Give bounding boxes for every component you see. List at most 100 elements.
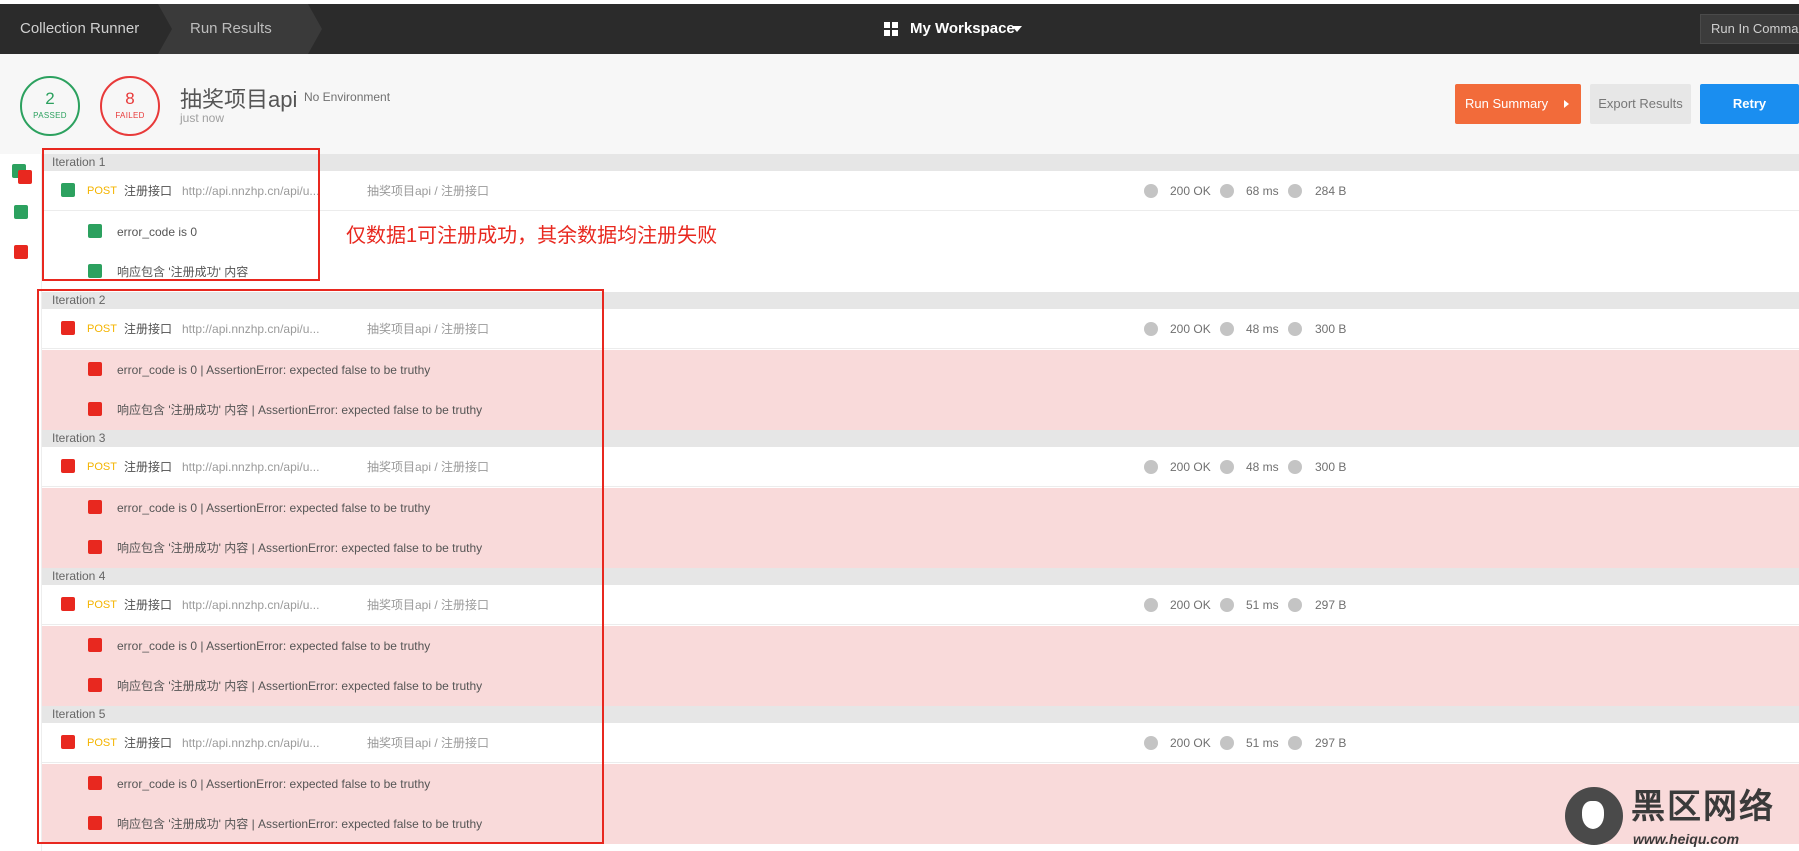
- collection-name: 抽奖项目api: [180, 87, 298, 112]
- failed-count: 8: [125, 89, 135, 108]
- size-dot-icon: [1288, 598, 1302, 612]
- retry-button[interactable]: Retry: [1700, 84, 1799, 124]
- request-name: 注册接口: [124, 460, 173, 474]
- app-header: Collection Runner Run Results My Workspa…: [0, 4, 1799, 54]
- test-result-row: error_code is 0 | AssertionError: expect…: [42, 488, 1799, 528]
- watermark-title: 黑区网络: [1631, 788, 1775, 826]
- test-result-text: error_code is 0 | AssertionError: expect…: [117, 639, 431, 653]
- response-status: 200 OK: [1170, 322, 1211, 336]
- test-status-indicator: [88, 264, 102, 278]
- export-results-button[interactable]: Export Results: [1590, 84, 1691, 124]
- request-status-indicator: [61, 321, 75, 335]
- size-dot-icon: [1288, 460, 1302, 474]
- watermark-url: www.heiqu.com: [1633, 831, 1740, 847]
- response-status: 200 OK: [1170, 598, 1211, 612]
- request-url: http://api.nnzhp.cn/api/u...: [182, 322, 320, 336]
- test-status-indicator: [88, 362, 102, 376]
- status-dot-icon: [1144, 322, 1158, 336]
- passed-count: 2: [45, 89, 55, 108]
- test-result-text: 响应包含 '注册成功' 内容: [117, 265, 249, 279]
- failed-counter: 8 FAILED: [100, 76, 160, 136]
- time-dot-icon: [1220, 322, 1234, 336]
- time-dot-icon: [1220, 736, 1234, 750]
- request-name: 注册接口: [124, 322, 173, 336]
- response-time: 51 ms: [1246, 598, 1279, 612]
- watermark: 黑区网络 www.heiqu.com: [1565, 783, 1799, 851]
- request-method: POST: [87, 323, 117, 335]
- response-status: 200 OK: [1170, 736, 1211, 750]
- request-method: POST: [87, 461, 117, 473]
- run-summary-button[interactable]: Run Summary: [1455, 84, 1581, 124]
- test-result-row: error_code is 0 | AssertionError: expect…: [42, 764, 1799, 804]
- request-path: 抽奖项目api / 注册接口: [367, 322, 490, 336]
- request-row[interactable]: POST 注册接口 http://api.nnzhp.cn/api/u... 抽奖项目…: [42, 723, 1799, 763]
- chevron-down-icon[interactable]: [1012, 26, 1022, 32]
- test-result-text: error_code is 0 | AssertionError: expect…: [117, 777, 431, 791]
- request-path: 抽奖项目api / 注册接口: [367, 736, 490, 750]
- iteration-header: Iteration 5: [42, 706, 1799, 723]
- response-time: 48 ms: [1246, 460, 1279, 474]
- test-result-row: 响应包含 '注册成功' 内容 | AssertionError: expecte…: [42, 804, 1799, 844]
- request-row[interactable]: POST 注册接口 http://api.nnzhp.cn/api/u... 抽奖项目…: [42, 309, 1799, 349]
- test-result-row: 响应包含 '注册成功' 内容: [42, 252, 1799, 292]
- test-result-row: 响应包含 '注册成功' 内容 | AssertionError: expecte…: [42, 390, 1799, 430]
- test-status-indicator: [88, 816, 102, 830]
- request-url: http://api.nnzhp.cn/api/u...: [182, 460, 320, 474]
- request-method: POST: [87, 737, 117, 749]
- request-row[interactable]: POST 注册接口 http://api.nnzhp.cn/api/u... 抽奖项目…: [42, 585, 1799, 625]
- watermark-logo-icon: [1565, 787, 1623, 845]
- breadcrumb-run-results[interactable]: Run Results: [158, 4, 308, 54]
- response-size: 297 B: [1315, 736, 1347, 750]
- rail-status-fail[interactable]: [14, 245, 28, 259]
- rail-status-pass[interactable]: [14, 205, 28, 219]
- annotation-note: 仅数据1可注册成功，其余数据均注册失败: [346, 225, 718, 247]
- workspace-label[interactable]: My Workspace: [910, 4, 1015, 54]
- request-row[interactable]: POST 注册接口 http://api.nnzhp.cn/api/u... 抽奖项目…: [42, 171, 1799, 211]
- status-dot-icon: [1144, 460, 1158, 474]
- breadcrumb-collection-runner[interactable]: Collection Runner: [0, 4, 158, 54]
- size-dot-icon: [1288, 184, 1302, 198]
- workspace-grid-icon: [884, 22, 898, 36]
- test-status-indicator: [88, 224, 102, 238]
- request-name: 注册接口: [124, 736, 173, 750]
- passed-counter: 2 PASSED: [20, 76, 80, 136]
- response-size: 297 B: [1315, 598, 1347, 612]
- test-result-text: 响应包含 '注册成功' 内容 | AssertionError: expecte…: [117, 403, 483, 417]
- response-size: 300 B: [1315, 322, 1347, 336]
- request-status-indicator: [61, 735, 75, 749]
- request-url: http://api.nnzhp.cn/api/u...: [182, 736, 320, 750]
- test-result-text: error_code is 0 | AssertionError: expect…: [117, 501, 431, 515]
- environment-label: No Environment: [304, 90, 391, 104]
- request-path: 抽奖项目api / 注册接口: [367, 184, 490, 198]
- size-dot-icon: [1288, 322, 1302, 336]
- response-status: 200 OK: [1170, 184, 1211, 198]
- test-result-row: error_code is 0 | AssertionError: expect…: [42, 350, 1799, 390]
- iteration-header: Iteration 3: [42, 430, 1799, 447]
- test-result-row: 响应包含 '注册成功' 内容 | AssertionError: expecte…: [42, 528, 1799, 568]
- results-list: Iteration 1 POST 注册接口 http://api.nnzhp.cn/a…: [42, 154, 1799, 851]
- request-url: http://api.nnzhp.cn/api/u...: [182, 598, 320, 612]
- iteration-header: Iteration 4: [42, 568, 1799, 585]
- response-time: 51 ms: [1246, 736, 1279, 750]
- run-in-command-button[interactable]: Run In Comman: [1700, 14, 1799, 44]
- test-result-text: error_code is 0: [117, 225, 198, 239]
- test-status-indicator: [88, 540, 102, 554]
- rail-status-fail[interactable]: [18, 170, 32, 184]
- time-dot-icon: [1220, 598, 1234, 612]
- test-status-indicator: [88, 402, 102, 416]
- request-status-indicator: [61, 183, 75, 197]
- status-dot-icon: [1144, 736, 1158, 750]
- request-status-indicator: [61, 597, 75, 611]
- request-path: 抽奖项目api / 注册接口: [367, 598, 490, 612]
- response-status: 200 OK: [1170, 460, 1211, 474]
- response-size: 284 B: [1315, 184, 1347, 198]
- request-status-indicator: [61, 459, 75, 473]
- size-dot-icon: [1288, 736, 1302, 750]
- request-name: 注册接口: [124, 598, 173, 612]
- time-dot-icon: [1220, 460, 1234, 474]
- caret-right-icon: [1564, 100, 1569, 108]
- request-method: POST: [87, 185, 117, 197]
- test-status-indicator: [88, 678, 102, 692]
- request-url: http://api.nnzhp.cn/api/u...: [182, 184, 320, 198]
- request-row[interactable]: POST 注册接口 http://api.nnzhp.cn/api/u... 抽奖项目…: [42, 447, 1799, 487]
